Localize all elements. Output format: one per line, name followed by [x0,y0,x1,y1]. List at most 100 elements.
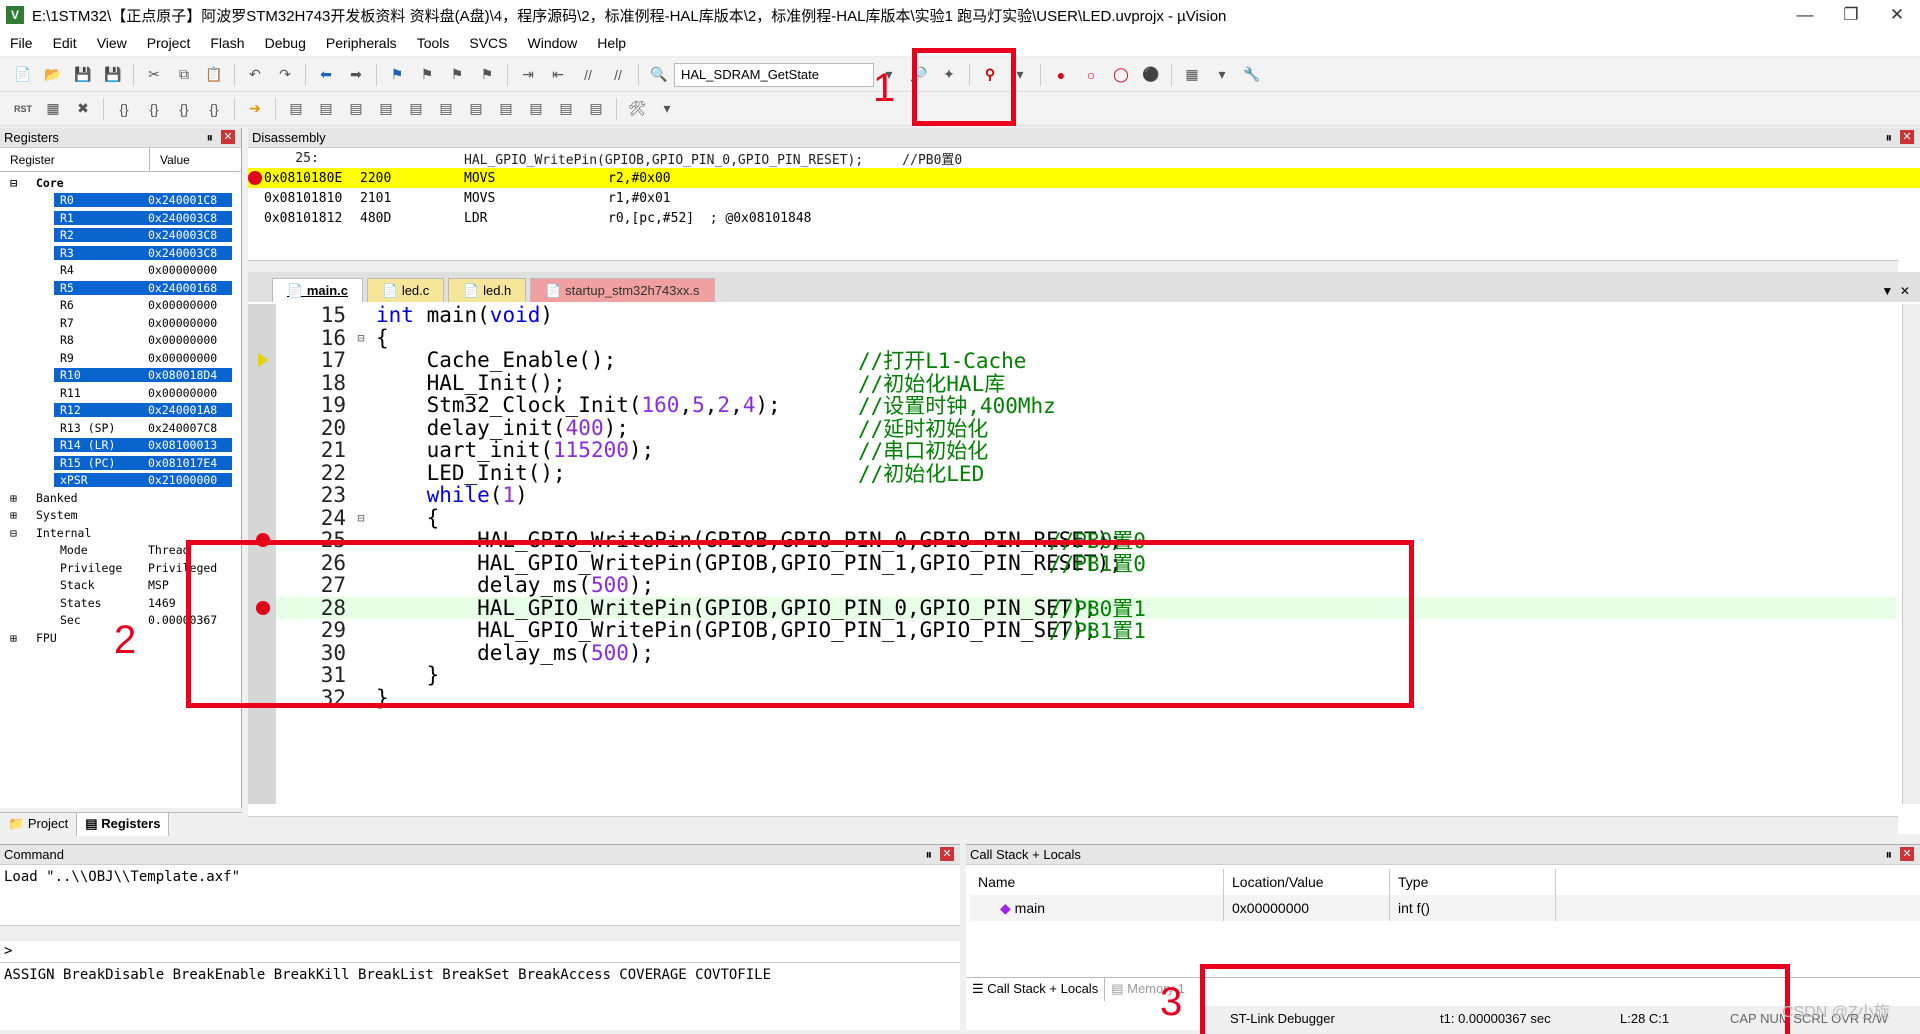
menu-file[interactable]: File [0,35,43,51]
menu-edit[interactable]: Edit [43,35,87,51]
disasm-line[interactable]: 0x08101812 480D LDR r0,[pc,#52] ; @0x081… [264,208,1920,228]
window-layout-icon[interactable]: ▦ [1180,63,1204,87]
register-value[interactable]: 0x00000000 [146,386,232,400]
register-row[interactable]: R5 0x24000168 [0,279,241,297]
horizontal-scrollbar[interactable] [0,925,960,941]
run-icon[interactable]: ▦ [41,97,65,121]
wrench-icon[interactable]: 🔧 [1240,63,1264,87]
name-column-header[interactable]: Name [970,869,1224,895]
pin-icon[interactable]: ⏸ [1886,130,1893,146]
disasm-line[interactable]: 0x08101810 2101 MOVS r1,#0x01 [264,188,1920,208]
pin-icon[interactable]: ⏸ [207,130,214,146]
menu-window[interactable]: Window [518,35,588,51]
copy-icon[interactable]: ⧉ [172,63,196,87]
paste-icon[interactable]: 📋 [202,63,226,87]
call-stack-window-icon[interactable]: ▤ [404,97,428,121]
current-position-arrow-icon[interactable] [258,353,268,367]
register-value[interactable]: 0x240003C8 [146,245,232,260]
menu-tools[interactable]: Tools [407,35,460,51]
register-value[interactable]: 0x081017E4 [146,455,232,470]
register-value[interactable]: 0x00000000 [146,333,232,347]
code-line[interactable]: 19 Stm32_Clock_Init(160,5,2,4);//设置时钟,40… [276,393,1896,418]
expand-icon[interactable]: ⊞ [0,508,17,522]
register-row[interactable]: R12 0x240001A8 [0,402,241,420]
horizontal-scrollbar[interactable] [248,816,1898,834]
register-row[interactable]: R14 (LR) 0x08100013 [0,437,241,455]
register-column-header[interactable]: Register [0,148,150,171]
show-next-statement-icon[interactable]: ➔ [243,97,267,121]
tab-list-icon[interactable]: ▼ ✕ [1871,284,1920,302]
chevron-down-icon[interactable]: ▾ [655,97,679,121]
tab-registers[interactable]: ▤ Registers [77,813,170,836]
menu-debug[interactable]: Debug [255,35,316,51]
step-over-icon[interactable]: {} [142,97,166,121]
collapse-icon[interactable]: ⊟ [0,526,17,540]
expand-icon[interactable]: ⊞ [0,491,17,505]
step-into-icon[interactable]: {} [112,97,136,121]
trace-window-icon[interactable]: ▤ [554,97,578,121]
close-icon[interactable]: ✕ [1900,129,1914,144]
close-icon[interactable]: ✕ [1900,846,1914,861]
code-line[interactable]: 23 while(1) [276,483,1896,507]
close-icon[interactable]: ✕ [940,846,954,861]
registers-window-icon[interactable]: ▤ [374,97,398,121]
register-row[interactable]: R15 (PC) 0x081017E4 [0,454,241,472]
menu-svcs[interactable]: SVCS [459,35,517,51]
menu-view[interactable]: View [87,35,137,51]
reset-icon[interactable]: RST [11,97,35,121]
new-file-icon[interactable]: 📄 [11,63,35,87]
stop-icon[interactable]: ✖ [71,97,95,121]
register-value[interactable]: 0x240001C8 [146,193,232,208]
tree-group-system[interactable]: ⊞ System [0,507,241,525]
analysis-window-icon[interactable]: ▤ [524,97,548,121]
watch-window-icon[interactable]: ▤ [434,97,458,121]
register-row[interactable]: R4 0x00000000 [0,262,241,280]
insert-breakpoint-icon[interactable]: ● [1049,63,1073,87]
fold-icon[interactable]: ⊟ [346,331,376,345]
code-line[interactable]: 16 ⊟{ [276,326,1896,350]
pin-icon[interactable]: ⏸ [926,847,933,863]
close-icon[interactable]: ✕ [1874,0,1920,30]
run-to-cursor-icon[interactable]: {} [202,97,226,121]
function-combo[interactable]: HAL_SDRAM_GetState [674,62,874,87]
pin-icon[interactable]: ⏸ [1886,847,1893,863]
open-file-icon[interactable]: 📂 [41,63,65,87]
code-line[interactable]: 18 HAL_Init();//初始化HAL库 [276,371,1896,396]
uncomment-icon[interactable]: // [606,63,630,87]
command-input[interactable]: > [0,941,960,963]
serial-window-icon[interactable]: ▤ [494,97,518,121]
disasm-source-line[interactable]: 25: HAL_GPIO_WritePin(GPIOB,GPIO_PIN_0,G… [264,148,1920,168]
register-row[interactable]: R13 (SP) 0x240007C8 [0,419,241,437]
register-row[interactable]: R11 0x00000000 [0,384,241,402]
register-row[interactable]: R10 0x080018D4 [0,367,241,385]
register-value[interactable]: 0x00000000 [146,316,232,330]
menu-project[interactable]: Project [137,35,201,51]
register-row[interactable]: R1 0x240003C8 [0,209,241,227]
register-value[interactable]: 0x21000000 [146,473,232,488]
collapse-icon[interactable]: ⊟ [0,176,17,190]
register-value[interactable]: 0x24000168 [146,280,232,295]
tree-group-core[interactable]: ⊟ Core [0,174,241,192]
expand-icon[interactable]: ⊞ [0,631,17,645]
register-value[interactable]: 0x00000000 [146,351,232,365]
menu-peripherals[interactable]: Peripherals [316,35,407,51]
register-row[interactable]: R3 0x240003C8 [0,244,241,262]
location-column-header[interactable]: Location/Value [1224,869,1390,895]
next-bookmark-icon[interactable]: ⚑ [445,63,469,87]
tab-led-c[interactable]: 📄 led.c [367,278,445,302]
register-value[interactable]: 0x240001A8 [146,403,232,418]
indent-icon[interactable]: ⇥ [516,63,540,87]
memory-window-icon[interactable]: ▤ [464,97,488,121]
kill-all-breakpoints-icon[interactable]: ⚫ [1139,63,1163,87]
code-line[interactable]: 15 int main(void) [276,304,1896,327]
disable-all-breakpoints-icon[interactable]: ◯ [1109,63,1133,87]
type-column-header[interactable]: Type [1390,869,1556,895]
code-line[interactable]: 22 LED_Init();//初始化LED [276,461,1896,486]
redo-icon[interactable]: ↷ [273,63,297,87]
tree-group-banked[interactable]: ⊞ Banked [0,489,241,507]
close-icon[interactable]: ✕ [221,129,235,144]
tab-project[interactable]: 📁 Project [0,813,78,836]
disassembly-listing[interactable]: 25: HAL_GPIO_WritePin(GPIOB,GPIO_PIN_0,G… [248,148,1920,228]
undo-icon[interactable]: ↶ [243,63,267,87]
command-window-icon[interactable]: ▤ [284,97,308,121]
